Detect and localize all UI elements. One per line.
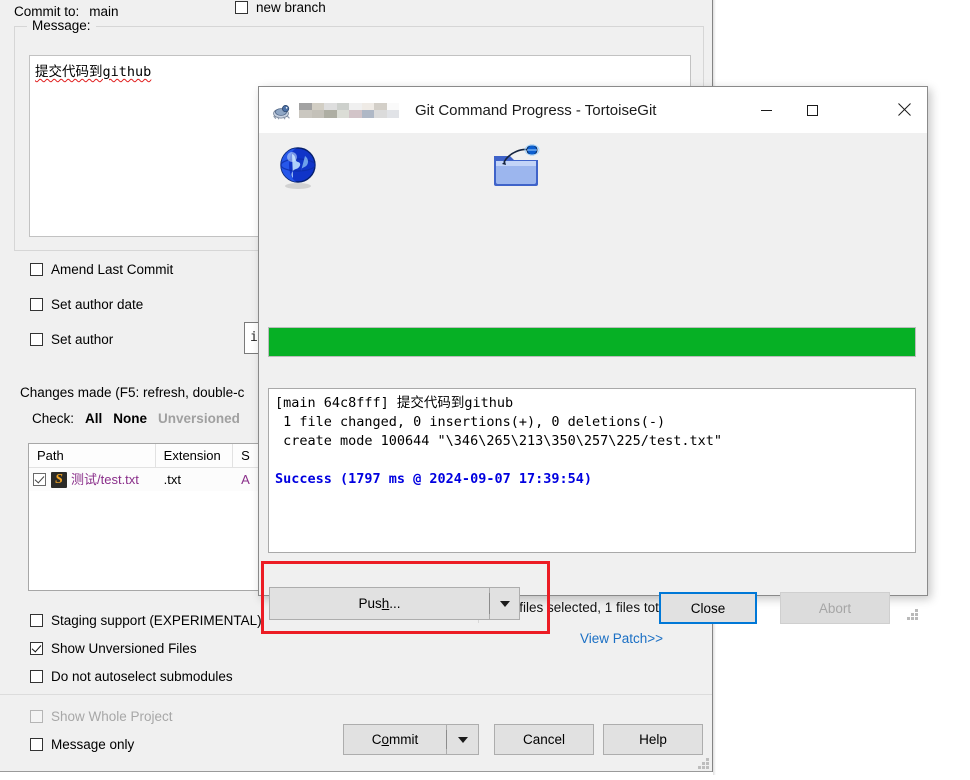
show-unversioned-files-label: Show Unversioned Files (51, 641, 197, 656)
set-author-date-label: Set author date (51, 297, 144, 312)
file-row-checkbox[interactable] (33, 473, 46, 486)
files-selected-status: 1 files selected, 1 files total (508, 600, 670, 615)
dialog-resize-grip[interactable] (907, 609, 921, 623)
dialog-title: Git Command Progress - TortoiseGit (415, 101, 657, 119)
minimize-button[interactable] (743, 87, 789, 133)
commit-dropdown-button[interactable] (446, 724, 479, 755)
push-button-label: Push... (358, 596, 401, 611)
globe-icon (274, 143, 322, 191)
amend-last-commit-label: Amend Last Commit (51, 262, 174, 277)
view-patch-link[interactable]: View Patch>> (580, 631, 663, 646)
checkbox-box (30, 642, 43, 655)
file-list-header: Path Extension S (29, 444, 272, 468)
checkbox-box (30, 614, 43, 627)
checkbox-box (30, 263, 43, 276)
checkbox-box (30, 738, 43, 751)
maximize-icon (806, 104, 818, 116)
progress-bar-fill (269, 328, 915, 356)
commit-message-text: 提交代码到github (35, 64, 152, 80)
table-row[interactable]: 测试/test.txt .txt A (29, 468, 272, 491)
file-path-cell[interactable]: 测试/test.txt (29, 468, 156, 491)
bottom-divider (0, 694, 712, 695)
abort-button: Abort (780, 592, 890, 624)
log-line-2: 1 file changed, 0 insertions(+), 0 delet… (275, 414, 666, 430)
new-branch-checkbox[interactable]: new branch (235, 0, 326, 15)
no-autoselect-submodules-label: Do not autoselect submodules (51, 669, 233, 684)
tortoisegit-turtle-icon (271, 100, 291, 120)
log-line-3: create mode 100644 "\346\265\213\350\257… (275, 433, 723, 449)
commit-button[interactable]: Commit (343, 724, 447, 755)
sublime-file-icon (51, 471, 67, 488)
check-unversioned-link[interactable]: Unversioned (158, 411, 240, 426)
set-author-checkbox[interactable]: Set author (30, 332, 113, 347)
command-output-log[interactable]: [main 64c8fff] 提交代码到github 1 file change… (268, 388, 916, 553)
minimize-icon (760, 109, 772, 111)
help-button[interactable]: Help (603, 724, 703, 755)
maximize-button[interactable] (789, 87, 835, 133)
show-whole-project-checkbox: Show Whole Project (30, 709, 173, 724)
check-label: Check: (32, 411, 75, 426)
progress-bar (268, 327, 916, 357)
commit-to-row: Commit to: main (14, 0, 704, 22)
checkbox-box (30, 710, 43, 723)
set-author-label: Set author (51, 332, 114, 347)
checkbox-box (30, 333, 43, 346)
file-path-text: 测试/test.txt (71, 472, 139, 487)
push-button[interactable]: Push... (269, 587, 490, 620)
show-whole-project-label: Show Whole Project (51, 709, 173, 724)
staging-support-label: Staging support (EXPERIMENTAL) (51, 613, 262, 628)
git-command-progress-dialog: Git Command Progress - TortoiseGit [main… (258, 86, 928, 634)
cancel-button[interactable]: Cancel (494, 724, 594, 755)
commit-button-label: Commit (371, 732, 419, 747)
dialog-body: [main 64c8fff] 提交代码到github 1 file change… (259, 133, 927, 634)
commit-branch-value[interactable]: main (89, 4, 118, 19)
check-all-link[interactable]: All (85, 411, 102, 426)
chevron-down-icon (457, 736, 468, 743)
set-author-date-checkbox[interactable]: Set author date (30, 297, 143, 312)
changed-files-list[interactable]: Path Extension S 测试/test.txt .txt A (28, 443, 273, 591)
amend-last-commit-checkbox[interactable]: Amend Last Commit (30, 262, 173, 277)
new-branch-label: new branch (256, 0, 326, 15)
message-only-label: Message only (51, 737, 135, 752)
dialog-titlebar[interactable]: Git Command Progress - TortoiseGit (259, 87, 927, 133)
page-bottom-edge (0, 772, 713, 780)
log-line-1: [main 64c8fff] 提交代码到github (275, 395, 514, 411)
chevron-down-icon (499, 600, 510, 607)
blurred-title-prefix (299, 102, 399, 118)
log-success-line: Success (1797 ms @ 2024-09-07 17:39:54) (275, 471, 592, 487)
checkbox-box (30, 298, 43, 311)
close-window-button[interactable] (881, 87, 927, 133)
column-header-extension[interactable]: Extension (156, 444, 234, 467)
check-none-link[interactable]: None (113, 411, 147, 426)
checkbox-box (30, 670, 43, 683)
changes-made-label: Changes made (F5: refresh, double-c (20, 385, 245, 400)
close-icon (897, 103, 911, 117)
commit-to-label: Commit to: (14, 3, 80, 19)
resize-grip[interactable] (698, 758, 710, 770)
staging-support-checkbox[interactable]: Staging support (EXPERIMENTAL) (30, 613, 262, 628)
close-button[interactable]: Close (659, 592, 757, 624)
file-extension-cell: .txt (163, 472, 181, 487)
checkbox-box (235, 1, 248, 14)
column-header-path[interactable]: Path (29, 444, 156, 467)
no-autoselect-submodules-checkbox[interactable]: Do not autoselect submodules (30, 669, 233, 684)
message-only-checkbox[interactable]: Message only (30, 737, 134, 752)
show-unversioned-files-checkbox[interactable]: Show Unversioned Files (30, 641, 197, 656)
push-dropdown-button[interactable] (489, 587, 520, 620)
message-group-title: Message: (27, 18, 96, 33)
folder-with-globe-icon (490, 142, 542, 190)
check-links-row: Check: All None Unversioned (32, 411, 240, 426)
